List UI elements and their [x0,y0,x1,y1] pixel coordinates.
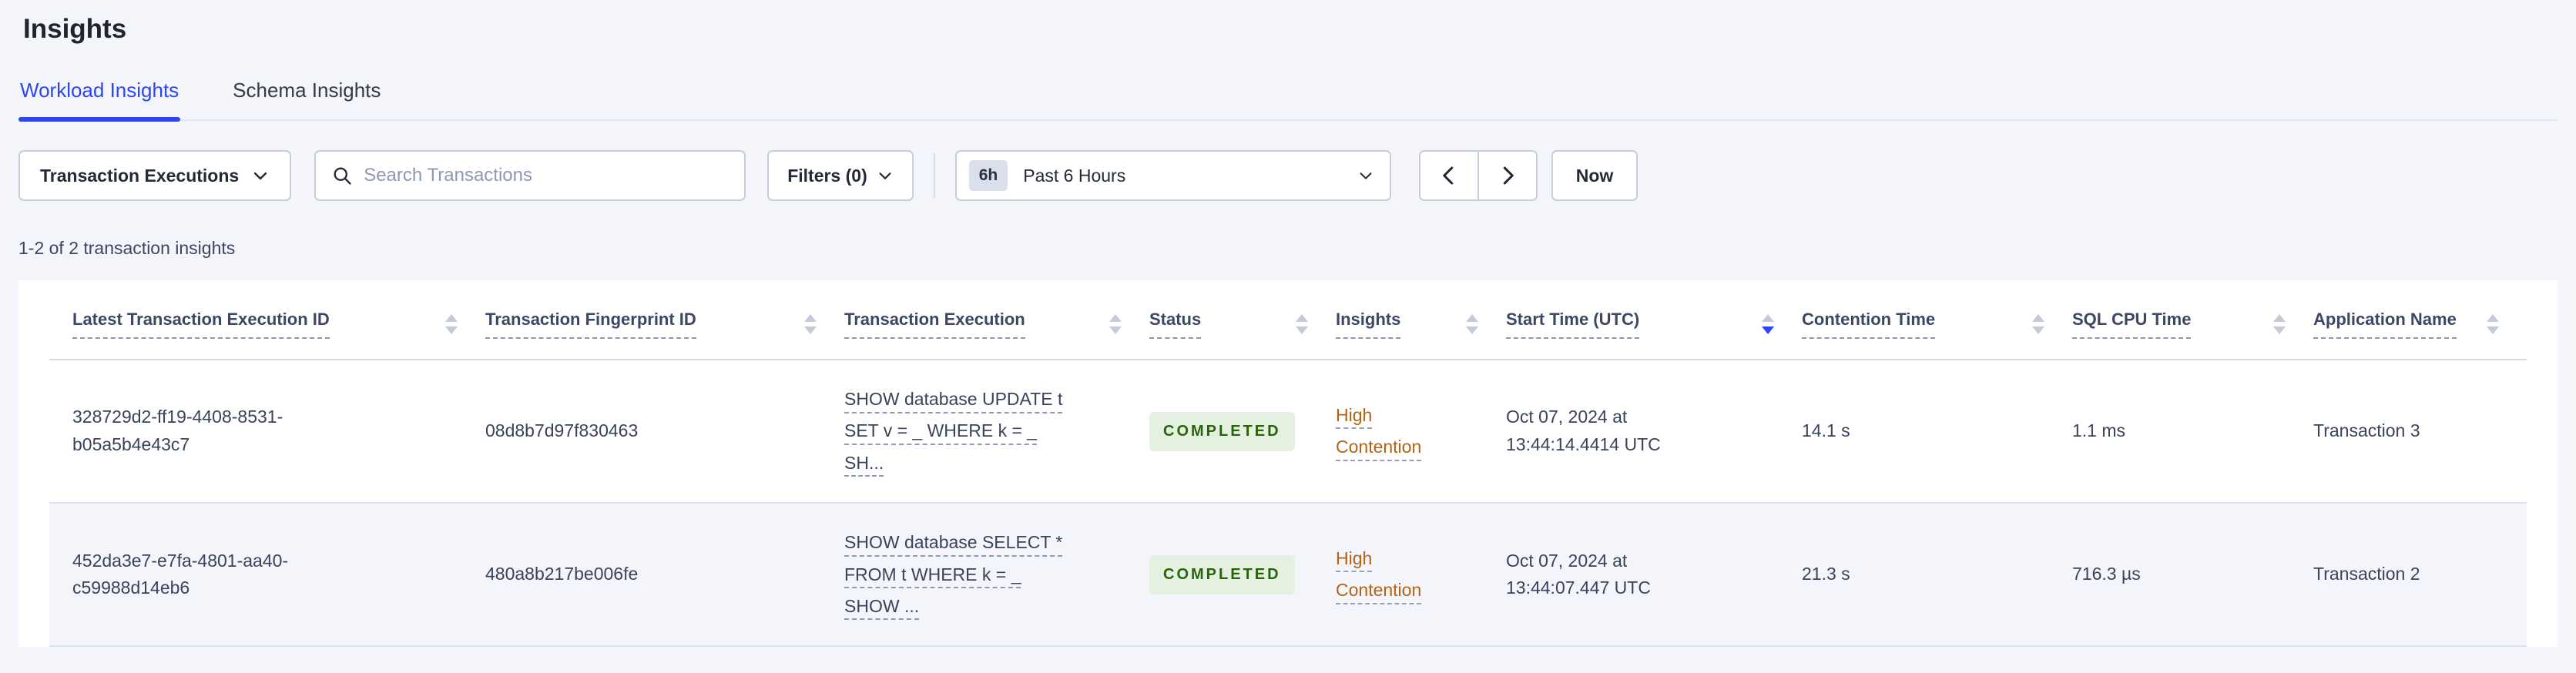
insight-link[interactable]: High Contention [1336,400,1436,464]
insights-page: Insights Workload Insights Schema Insigh… [0,14,2576,648]
col-header-latest-execution-id[interactable]: Latest Transaction Execution ID [49,280,485,360]
status-badge: COMPLETED [1149,411,1295,451]
filters-button-label: Filters (0) [787,165,867,186]
sort-icon[interactable] [1109,314,1122,334]
time-range-label: Past 6 Hours [1023,165,1126,186]
chevron-down-icon [1357,167,1374,184]
col-header-fingerprint-id[interactable]: Transaction Fingerprint ID [485,280,844,360]
sort-icon-active-desc[interactable] [1762,314,1774,334]
cell-application-name: Transaction 2 [2313,503,2527,648]
sort-icon[interactable] [804,314,817,334]
col-header-application-name[interactable]: Application Name [2313,280,2527,360]
chevron-down-icon [877,167,894,184]
transaction-execution-link[interactable]: SHOW database SELECT * FROM t WHERE k = … [844,527,1075,622]
filters-button[interactable]: Filters (0) [767,150,914,201]
toolbar: Transaction Executions Filters (0) 6h Pa… [18,150,2558,201]
col-header-status[interactable]: Status [1149,280,1336,360]
cell-status: COMPLETED [1149,360,1336,504]
tab-bar: Workload Insights Schema Insights [18,79,2558,122]
cell-status: COMPLETED [1149,503,1336,648]
now-button[interactable]: Now [1551,150,1639,201]
sort-icon[interactable] [2032,314,2044,334]
cell-execution-id: 452da3e7-e7fa-4801-aa40-c59988d14eb6 [49,503,485,648]
col-header-start-time[interactable]: Start Time (UTC) [1506,280,1802,360]
sort-icon[interactable] [2273,314,2286,334]
insight-type-dropdown-label: Transaction Executions [40,165,240,186]
chevron-down-icon [251,166,270,185]
time-range-picker[interactable]: 6h Past 6 Hours [954,150,1391,201]
sort-icon[interactable] [1296,314,1308,334]
cell-application-name: Transaction 3 [2313,360,2527,504]
search-input[interactable] [364,165,730,186]
status-badge: COMPLETED [1149,554,1295,594]
previous-range-button[interactable] [1418,150,1479,201]
cell-start-time: Oct 07, 2024 at 13:44:07.447 UTC [1506,503,1802,648]
sort-icon[interactable] [445,314,458,334]
toolbar-divider [933,153,935,198]
cell-execution-id: 328729d2-ff19-4408-8531-b05a5b4e43c7 [49,360,485,504]
col-header-transaction-execution[interactable]: Transaction Execution [844,280,1149,360]
table-row: 452da3e7-e7fa-4801-aa40-c59988d14eb6 480… [49,503,2527,648]
col-header-insights[interactable]: Insights [1336,280,1506,360]
cell-start-time: Oct 07, 2024 at 13:44:14.4414 UTC [1506,360,1802,504]
results-count: 1-2 of 2 transaction insights [18,238,236,258]
cell-fingerprint-id: 480a8b217be006fe [485,503,844,648]
cell-insights: High Contention [1336,503,1506,648]
table-row: 328729d2-ff19-4408-8531-b05a5b4e43c7 08d… [49,360,2527,504]
cell-transaction-execution: SHOW database SELECT * FROM t WHERE k = … [844,503,1149,648]
insights-table-card: Latest Transaction Execution ID Transact… [18,280,2558,648]
cell-fingerprint-id: 08d8b7d97f830463 [485,360,844,504]
search-box [314,150,746,201]
sort-icon[interactable] [2487,314,2499,334]
insight-link[interactable]: High Contention [1336,543,1436,607]
table-header-row: Latest Transaction Execution ID Transact… [49,280,2527,360]
col-header-sql-cpu-time[interactable]: SQL CPU Time [2072,280,2313,360]
time-range-nav [1418,150,1538,201]
cell-insights: High Contention [1336,360,1506,504]
cell-sql-cpu-time: 716.3 µs [2072,503,2313,648]
time-range-badge: 6h [968,160,1008,191]
sort-icon[interactable] [1466,314,1478,334]
cell-sql-cpu-time: 1.1 ms [2072,360,2313,504]
transaction-insights-table: Latest Transaction Execution ID Transact… [49,280,2527,648]
insight-type-dropdown[interactable]: Transaction Executions [18,150,292,201]
col-header-contention-time[interactable]: Contention Time [1802,280,2072,360]
chevron-left-icon [1437,164,1461,187]
tab-schema-insights[interactable]: Schema Insights [231,79,382,119]
search-icon [331,165,353,186]
chevron-right-icon [1496,164,1519,187]
cell-contention-time: 21.3 s [1802,503,2072,648]
cell-contention-time: 14.1 s [1802,360,2072,504]
cell-transaction-execution: SHOW database UPDATE t SET v = _ WHERE k… [844,360,1149,504]
transaction-execution-link[interactable]: SHOW database UPDATE t SET v = _ WHERE k… [844,383,1075,479]
tab-workload-insights[interactable]: Workload Insights [18,79,181,122]
page-title: Insights [23,14,127,44]
next-range-button[interactable] [1477,150,1538,201]
